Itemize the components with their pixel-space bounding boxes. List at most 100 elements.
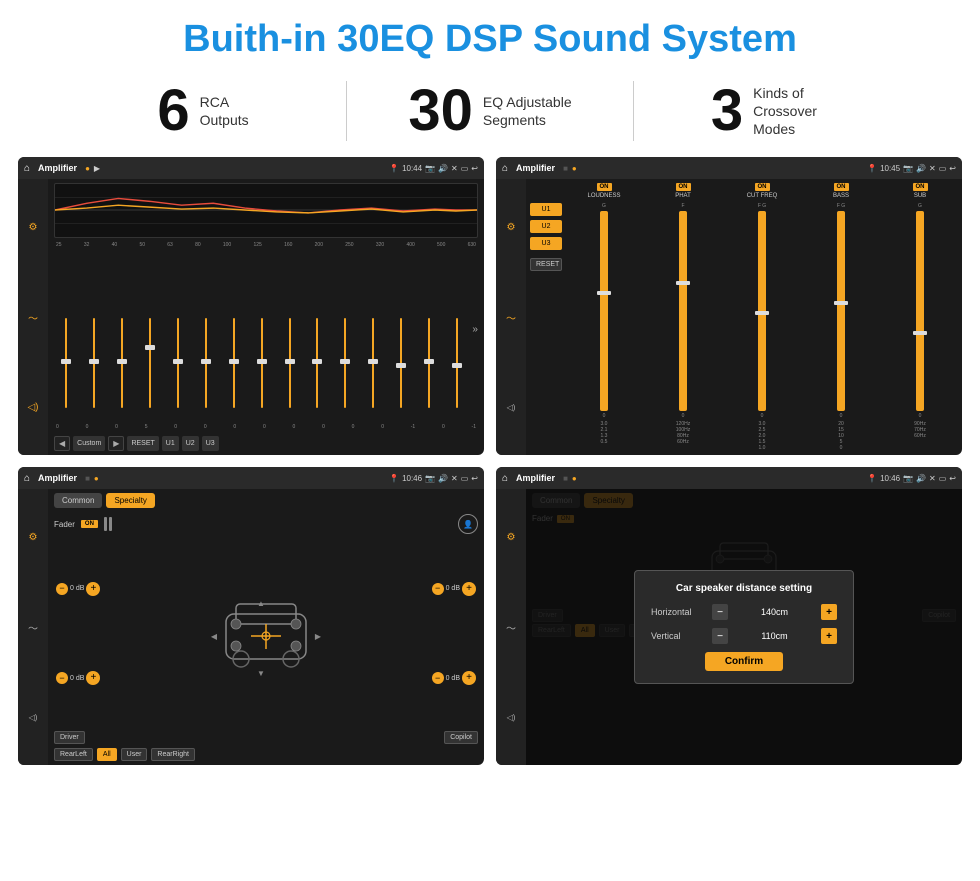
fader-back-icon[interactable]: ↩ [471,474,478,483]
eq-slider-12[interactable] [361,318,386,408]
eq-tune-icon[interactable]: ⚙ [29,222,38,233]
eq-slider-14[interactable] [417,318,442,408]
eq-slider-1[interactable] [54,318,79,408]
stat-rca-label: RCAOutputs [200,93,249,129]
svg-text:▶: ▶ [315,632,322,641]
distance-content: ⚙ 〜 ◁) Common Specialty Fader ON [496,489,962,765]
preset-u1-button[interactable]: U1 [530,203,562,216]
fader-right-top-minus[interactable]: − [432,583,444,595]
eq-slider-9[interactable] [277,318,302,408]
bass-on[interactable]: ON [834,183,849,191]
dialog-vertical-minus[interactable]: − [712,628,728,644]
preset-u3-button[interactable]: U3 [530,237,562,250]
screens-grid: ⌂ Amplifier ● ▶ 📍 10:44 📷 🔊 ✕ ▭ ↩ ⚙ 〜 ◁) [0,157,980,777]
eq-expand-icon[interactable]: » [472,324,478,335]
fader-speaker-icon[interactable]: ◁) [29,713,38,722]
eq-custom-button[interactable]: Custom [73,436,105,451]
eq-slider-3[interactable] [110,318,135,408]
fader-left-bot-minus[interactable]: − [56,672,68,684]
fader-on-badge[interactable]: ON [81,520,98,528]
eq-wave-icon[interactable]: 〜 [28,310,38,325]
eq-slider-2[interactable] [82,318,107,408]
distance-back-icon[interactable]: ↩ [949,474,956,483]
fader-topbar: ⌂ Amplifier ■ ● 📍 10:46 📷 🔊 ✕ ▭ ↩ [18,467,484,489]
fader-rearright-button[interactable]: RearRight [151,748,195,761]
preset-u2-button[interactable]: U2 [530,220,562,233]
fader-home-icon[interactable]: ⌂ [24,473,30,484]
fader-right-bot-value: 0 dB [446,675,460,682]
crossover-reset-button[interactable]: RESET [530,258,562,271]
dialog-vertical-row: Vertical − 110cm + [651,628,837,644]
fader-wave-icon[interactable]: 〜 [28,620,38,635]
dialog-horizontal-minus[interactable]: − [712,604,728,620]
fader-time: 10:46 [402,474,422,483]
eq-slider-6[interactable] [193,318,218,408]
fader-left-bot-plus[interactable]: + [86,671,100,685]
eq-speaker-icon[interactable]: ◁) [27,402,38,413]
fader-all-button[interactable]: All [97,748,117,761]
fader-main-area: Common Specialty Fader ON 👤 [48,489,484,765]
fader-left-top-plus[interactable]: + [86,582,100,596]
distance-screen-icon: ▭ [939,474,947,483]
eq-slider-13[interactable] [389,318,414,408]
home-icon[interactable]: ⌂ [24,163,30,174]
fader-tabs: Common Specialty [54,493,478,508]
fader-driver-button[interactable]: Driver [54,731,85,744]
dialog-vertical-plus[interactable]: + [821,628,837,644]
eq-slider-7[interactable] [221,318,246,408]
distance-home-icon[interactable]: ⌂ [502,473,508,484]
eq-next-button[interactable]: ▶ [108,436,124,451]
dialog-confirm-button[interactable]: Confirm [705,652,783,671]
dialog-vertical-label: Vertical [651,631,706,641]
fader-left-bot-value: 0 dB [70,675,84,682]
eq-slider-4[interactable] [138,318,163,408]
fader-left-db: − 0 dB + − 0 dB + [54,540,102,727]
sub-on[interactable]: ON [913,183,928,191]
fader-tab-specialty[interactable]: Specialty [106,493,154,508]
eq-slider-15[interactable] [444,318,469,408]
crossover-tune-icon[interactable]: ⚙ [507,222,516,233]
fader-tab-common[interactable]: Common [54,493,102,508]
eq-u1-button[interactable]: U1 [162,436,179,451]
eq-slider-10[interactable] [305,318,330,408]
eq-u3-button[interactable]: U3 [202,436,219,451]
loudness-on[interactable]: ON [597,183,612,191]
crossover-back-icon[interactable]: ↩ [949,164,956,173]
distance-wave-icon[interactable]: 〜 [506,620,516,635]
crossover-dot-icon: ■ [563,164,568,173]
fader-right-bot-minus[interactable]: − [432,672,444,684]
crossover-speaker-icon[interactable]: ◁) [507,403,516,412]
eq-dot-icon: ● [85,164,90,173]
fader-copilot-button[interactable]: Copilot [444,731,478,744]
eq-slider-11[interactable] [333,318,358,408]
fader-left-top-minus[interactable]: − [56,583,68,595]
fader-right-top-plus[interactable]: + [462,582,476,596]
distance-speaker-icon[interactable]: ◁) [507,713,516,722]
phat-on[interactable]: ON [676,183,691,191]
fader-screen-card: ⌂ Amplifier ■ ● 📍 10:46 📷 🔊 ✕ ▭ ↩ ⚙ 〜 ◁) [18,467,484,765]
back-icon[interactable]: ↩ [471,164,478,173]
eq-slider-8[interactable] [249,318,274,408]
cutfreq-on[interactable]: ON [755,183,770,191]
distance-dialog-overlay: Car speaker distance setting Horizontal … [526,489,962,765]
fader-rearleft-button[interactable]: RearLeft [54,748,93,761]
eq-slider-5[interactable] [166,318,191,408]
bass-label: BASS [833,193,849,199]
eq-prev-button[interactable]: ◀ [54,436,70,451]
eq-reset-button[interactable]: RESET [127,436,158,451]
crossover-screen-icon: ▭ [939,164,947,173]
crossover-wave-icon[interactable]: 〜 [506,310,516,325]
stat-crossover-label: Kinds ofCrossover Modes [753,84,843,139]
fader-tune-icon[interactable]: ⚙ [29,532,38,543]
eq-topbar: ⌂ Amplifier ● ▶ 📍 10:44 📷 🔊 ✕ ▭ ↩ [18,157,484,179]
eq-screen-card: ⌂ Amplifier ● ▶ 📍 10:44 📷 🔊 ✕ ▭ ↩ ⚙ 〜 ◁) [18,157,484,455]
distance-x-icon: ✕ [929,474,936,483]
distance-dot-icon: ■ [563,474,568,483]
crossover-home-icon[interactable]: ⌂ [502,163,508,174]
crossover-topbar-icons: 📍 10:45 📷 🔊 ✕ ▭ ↩ [867,164,956,173]
dialog-horizontal-plus[interactable]: + [821,604,837,620]
fader-right-bot-plus[interactable]: + [462,671,476,685]
fader-user-button[interactable]: User [121,748,148,761]
distance-tune-icon[interactable]: ⚙ [507,532,516,543]
eq-u2-button[interactable]: U2 [182,436,199,451]
